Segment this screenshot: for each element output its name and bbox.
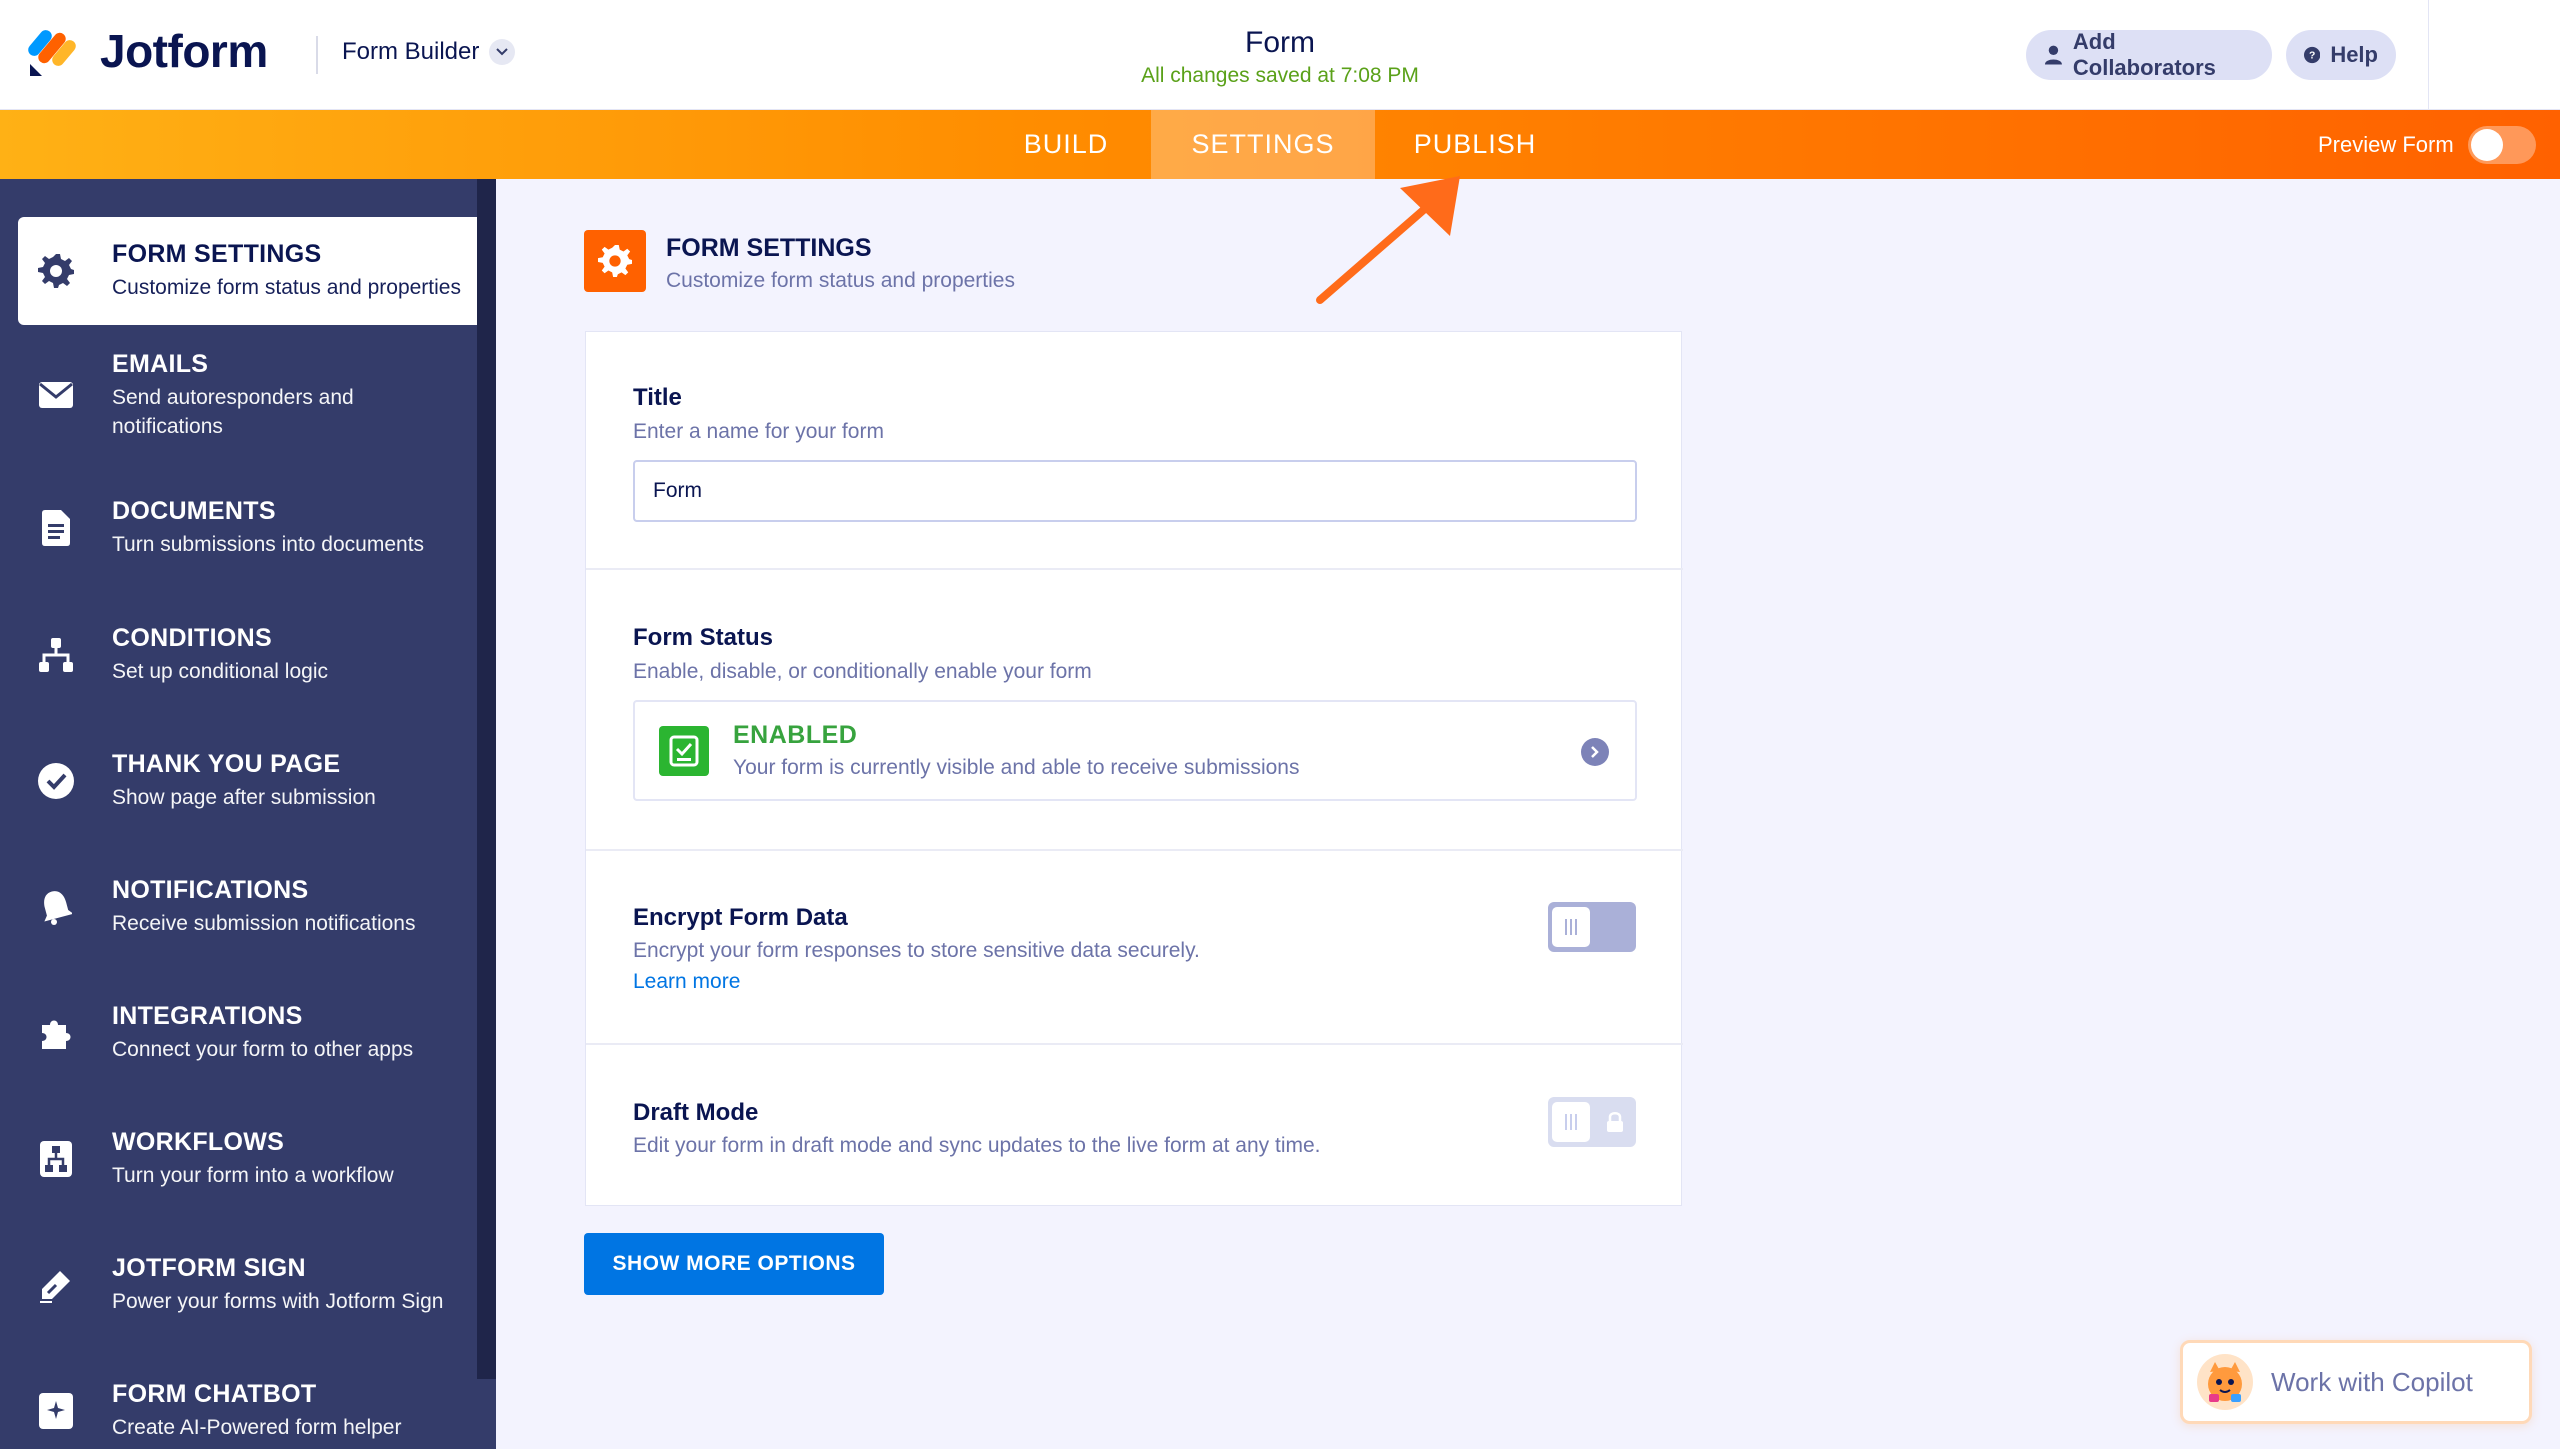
add-collaborators-label: Add Collaborators xyxy=(2072,29,2216,80)
sidebar-item-title: DOCUMENTS xyxy=(112,497,276,525)
draft-mode-label: Draft Mode xyxy=(633,1099,759,1126)
section-title: FORM SETTINGS xyxy=(666,234,872,262)
form-builder-menu[interactable]: Form Builder xyxy=(342,38,516,66)
sidebar-item-desc: Power your forms with Jotform Sign xyxy=(112,1290,444,1313)
top-header: Jotform Form Builder Form All changes sa… xyxy=(0,0,2560,110)
workflow-icon xyxy=(36,1139,76,1179)
annotation-arrow-icon xyxy=(1316,176,1460,304)
sidebar-item-title: THANK YOU PAGE xyxy=(112,750,341,778)
sidebar-item-desc: Customize form status and properties xyxy=(112,276,461,299)
toggle-grip-icon xyxy=(1552,1102,1590,1142)
sidebar-item-desc: Set up conditional logic xyxy=(112,660,328,683)
sidebar-item-desc: Connect your form to other apps xyxy=(112,1038,414,1061)
section-description: Customize form status and properties xyxy=(666,269,1015,292)
divider xyxy=(586,568,1683,570)
tab-settings[interactable]: SETTINGS xyxy=(1151,110,1375,179)
document-icon xyxy=(36,508,76,548)
sidebar-item-thank-you-page[interactable]: THANK YOU PAGE Show page after submissio… xyxy=(18,727,477,835)
sidebar-item-desc: Turn your form into a workflow xyxy=(112,1164,394,1187)
settings-card: Title Enter a name for your form Form St… xyxy=(585,331,1683,1206)
form-status-label: Form Status xyxy=(633,624,774,651)
encrypt-label: Encrypt Form Data xyxy=(633,904,848,931)
sidebar-item-form-settings[interactable]: FORM SETTINGS Customize form status and … xyxy=(18,217,477,325)
sidebar-item-title: EMAILS xyxy=(112,349,209,378)
settings-sidebar: FORM SETTINGS Customize form status and … xyxy=(0,179,496,1449)
tab-publish[interactable]: PUBLISH xyxy=(1375,110,1575,179)
pen-icon xyxy=(36,1265,76,1305)
add-collaborators-button[interactable]: Add Collaborators xyxy=(2026,29,2272,80)
chevron-right-icon xyxy=(1581,738,1609,766)
work-with-copilot-button[interactable]: Work with Copilot xyxy=(2180,1340,2532,1424)
sidebar-item-title: INTEGRATIONS xyxy=(112,1002,303,1030)
form-enabled-icon xyxy=(659,725,709,776)
puzzle-icon xyxy=(36,1013,76,1053)
sidebar-item-form-chatbot[interactable]: FORM CHATBOT Create AI-Powered form help… xyxy=(18,1357,477,1449)
gear-icon xyxy=(584,230,646,292)
sidebar-item-desc: Show page after submission xyxy=(112,786,376,809)
help-button[interactable]: ? Help xyxy=(2286,30,2396,80)
sidebar-item-desc: Send autoresponders and notifications xyxy=(112,385,354,438)
preview-form-control: Preview Form xyxy=(2318,110,2536,179)
header-separator xyxy=(316,36,318,74)
sidebar-item-notifications[interactable]: NOTIFICATIONS Receive submission notific… xyxy=(18,853,477,961)
sidebar-item-desc: Turn submissions into documents xyxy=(112,533,425,556)
chatbot-icon xyxy=(36,1391,76,1431)
check-circle-icon xyxy=(36,761,76,801)
status-badge: ENABLED xyxy=(733,721,858,749)
jotform-logo[interactable]: Jotform xyxy=(28,24,268,78)
sidebar-item-integrations[interactable]: INTEGRATIONS Connect your form to other … xyxy=(18,979,477,1087)
header-divider xyxy=(2428,0,2429,110)
toggle-grip-icon xyxy=(1552,907,1590,947)
form-title-input[interactable] xyxy=(633,460,1637,522)
sidebar-item-desc: Receive submission notifications xyxy=(112,912,416,935)
sidebar-item-title: WORKFLOWS xyxy=(112,1128,285,1156)
section-header: FORM SETTINGS Customize form status and … xyxy=(584,230,1015,293)
encrypt-toggle[interactable] xyxy=(1548,902,1636,952)
sidebar-item-title: JOTFORM SIGN xyxy=(112,1254,306,1282)
show-more-options-button[interactable]: SHOW MORE OPTIONS xyxy=(584,1233,884,1295)
brand-name: Jotform xyxy=(100,25,268,77)
question-circle-icon: ? xyxy=(2304,46,2321,64)
tab-build[interactable]: BUILD xyxy=(1006,110,1126,179)
copilot-label: Work with Copilot xyxy=(2271,1366,2473,1397)
help-label: Help xyxy=(2330,42,2378,67)
sidebar-item-title: FORM CHATBOT xyxy=(112,1380,317,1408)
title-description: Enter a name for your form xyxy=(633,420,884,443)
copilot-avatar-icon xyxy=(2197,1354,2253,1410)
jotform-logo-mark-icon xyxy=(28,24,78,78)
bell-icon xyxy=(36,887,76,927)
user-icon xyxy=(2044,45,2062,65)
lock-icon xyxy=(1607,1112,1623,1132)
title-label: Title xyxy=(633,384,682,411)
divider xyxy=(586,849,1683,851)
svg-text:?: ? xyxy=(2309,51,2315,62)
main-nav: BUILD SETTINGS PUBLISH Preview Form xyxy=(0,110,2560,179)
envelope-icon xyxy=(36,375,76,415)
sidebar-item-title: FORM SETTINGS xyxy=(112,240,322,268)
learn-more-link[interactable]: Learn more xyxy=(633,970,740,994)
draft-mode-toggle[interactable] xyxy=(1548,1097,1636,1147)
sidebar-item-documents[interactable]: DOCUMENTS Turn submissions into document… xyxy=(18,474,477,582)
sidebar-scrollbar[interactable] xyxy=(477,179,496,1379)
encrypt-description: Encrypt your form responses to store sen… xyxy=(633,939,1200,962)
sidebar-item-workflows[interactable]: WORKFLOWS Turn your form into a workflow xyxy=(18,1105,477,1213)
form-status-selector[interactable]: ENABLED Your form is currently visible a… xyxy=(633,700,1637,801)
sidebar-item-title: NOTIFICATIONS xyxy=(112,876,309,904)
sidebar-item-emails[interactable]: EMAILS Send autoresponders and notificat… xyxy=(18,341,477,449)
status-description: Your form is currently visible and able … xyxy=(733,756,1300,779)
chevron-down-icon xyxy=(489,39,516,65)
sidebar-item-title: CONDITIONS xyxy=(112,624,272,652)
sidebar-item-desc: Create AI-Powered form helper xyxy=(112,1416,402,1439)
sidebar-item-jotform-sign[interactable]: JOTFORM SIGN Power your forms with Jotfo… xyxy=(18,1231,477,1339)
form-status-description: Enable, disable, or conditionally enable… xyxy=(633,660,1092,683)
preview-form-toggle[interactable] xyxy=(2467,125,2536,164)
sidebar-item-conditions[interactable]: CONDITIONS Set up conditional logic xyxy=(18,601,477,709)
form-builder-label: Form Builder xyxy=(342,38,480,65)
hierarchy-icon xyxy=(36,635,76,675)
divider xyxy=(586,1043,1683,1045)
draft-mode-description: Edit your form in draft mode and sync up… xyxy=(633,1134,1321,1157)
gear-icon xyxy=(36,251,76,291)
preview-form-label: Preview Form xyxy=(2318,131,2454,157)
